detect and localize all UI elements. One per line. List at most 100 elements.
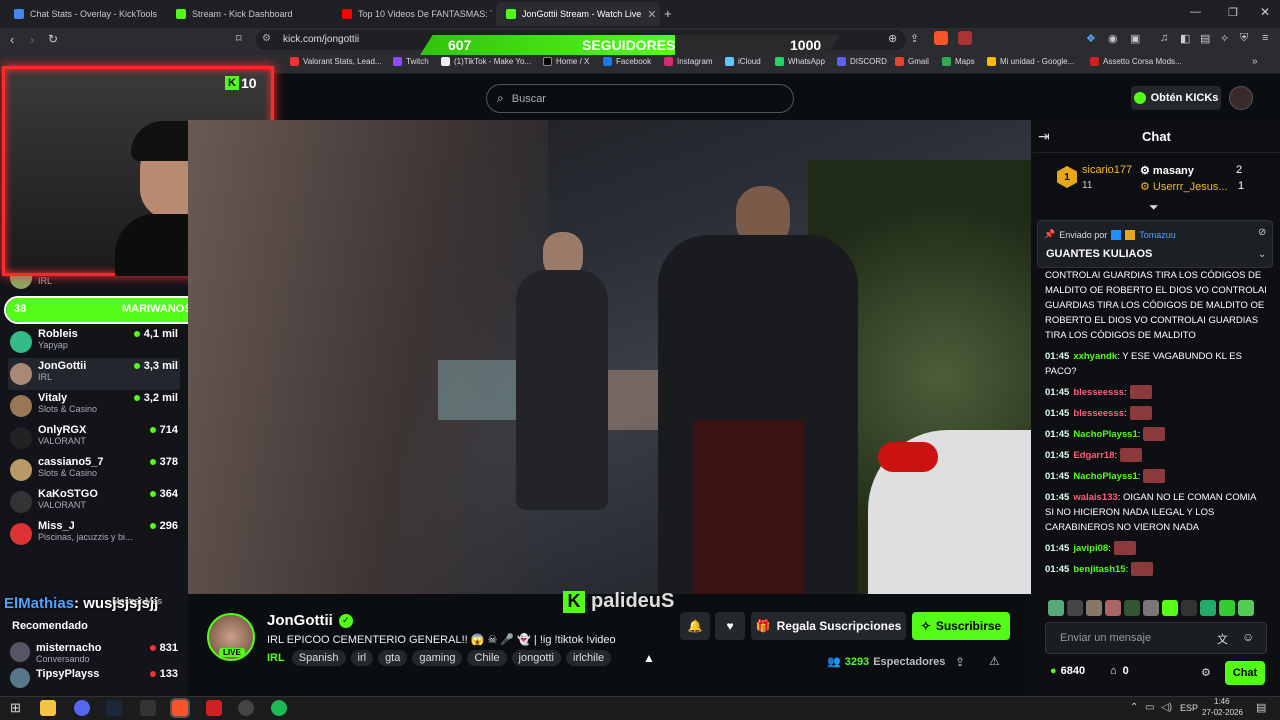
report-icon[interactable]: ⚠ — [989, 654, 1000, 668]
recommended-item[interactable]: TipsyPlayss 133 — [8, 666, 180, 692]
reload-icon[interactable]: ↻ — [48, 32, 58, 46]
clock-date[interactable]: 27-02-2026 — [1202, 708, 1243, 717]
emote-icon[interactable] — [1067, 600, 1083, 616]
bookmark-item[interactable]: Valorant Stats, Lead... — [290, 57, 382, 66]
tag[interactable]: gta — [378, 650, 408, 666]
minimize-icon[interactable]: — — [1190, 6, 1201, 18]
extension-icon[interactable]: ▣ — [1130, 32, 1140, 45]
extension-icon[interactable]: ❖ — [1086, 32, 1096, 45]
tag[interactable]: jongotti — [511, 650, 561, 666]
notifications-icon[interactable]: ▤ — [1256, 701, 1266, 714]
back-icon[interactable]: ‹ — [10, 32, 14, 47]
menu-icon[interactable]: ≡ — [1262, 32, 1268, 44]
notification-bell-button[interactable]: 🔔 — [680, 612, 710, 640]
language-indicator[interactable]: ESP — [1180, 703, 1198, 713]
site-info-icon[interactable]: ⚙ — [262, 33, 271, 44]
emote-icon[interactable] — [1105, 600, 1121, 616]
tag[interactable]: gaming — [412, 650, 463, 666]
kicks-balance[interactable]: ⌂ 0 — [1110, 665, 1129, 677]
bookmark-item[interactable]: Home / X — [543, 57, 589, 66]
tag[interactable]: Chile — [467, 650, 507, 666]
bookmark-item[interactable]: Facebook — [603, 57, 651, 66]
chat-username[interactable]: walais133 — [1073, 492, 1117, 503]
leaderboard-user[interactable]: ⚙ Userrr_Jesus... — [1140, 180, 1228, 193]
ai-icon[interactable]: ✧ — [1220, 32, 1229, 45]
app-icon[interactable] — [140, 700, 156, 716]
close-window-icon[interactable]: ✕ — [1260, 5, 1270, 19]
brave-shield-icon[interactable] — [934, 31, 948, 45]
subscribe-button[interactable]: ✧ Suscribirse — [912, 612, 1010, 640]
vpn-icon[interactable]: ⛨ — [1240, 32, 1248, 45]
more-bookmarks-icon[interactable]: » — [1252, 56, 1258, 67]
chat-username[interactable]: benjitash15 — [1073, 564, 1125, 575]
channel-points[interactable]: ● 6840 — [1050, 665, 1085, 677]
translate-icon[interactable]: 文 — [1217, 631, 1228, 647]
bookmark-item[interactable]: DISCORD — [837, 57, 887, 66]
pinned-message[interactable]: 📌 Enviado por Tomazuu GUANTES KULIAOS ⊘ … — [1037, 220, 1273, 268]
chat-username[interactable]: blesseesss — [1073, 387, 1124, 398]
emote-icon[interactable] — [1238, 600, 1254, 616]
bookmark-item[interactable]: WhatsApp — [775, 57, 825, 66]
obs-icon[interactable] — [238, 700, 254, 716]
browser-tab-active[interactable]: JonGottii Stream - Watch Live ✕ — [496, 2, 660, 26]
wallet-icon[interactable]: ▤ — [1200, 32, 1210, 45]
browser-tab[interactable]: Top 10 Videos De FANTASMAS: Tend — [332, 2, 492, 26]
spotify-icon[interactable] — [271, 700, 287, 716]
bookmark-item[interactable]: (1)TikTok - Make Yo... — [441, 57, 531, 66]
bookmark-item[interactable]: Gmail — [895, 57, 929, 66]
chat-username[interactable]: NachoPlayss1 — [1073, 429, 1137, 440]
channel-item[interactable]: JonGottii IRL 3,3 mil — [8, 358, 180, 390]
channel-item[interactable]: OnlyRGX VALORANT 714 — [8, 422, 180, 454]
chat-username[interactable]: NachoPlayss1 — [1073, 471, 1137, 482]
tag[interactable]: irl — [350, 650, 374, 666]
chat-username[interactable]: xxhyandk — [1073, 351, 1117, 362]
emote-icon[interactable] — [1048, 600, 1064, 616]
new-tab-icon[interactable]: + — [664, 6, 672, 21]
leaderboard-user[interactable]: sicario177 — [1082, 164, 1132, 176]
bookmark-item[interactable]: Assetto Corsa Mods... — [1090, 57, 1182, 66]
chat-settings-icon[interactable]: ⚙ — [1201, 666, 1211, 679]
streamer-name[interactable]: JonGottii — [267, 612, 333, 629]
bookmark-item[interactable]: Maps — [942, 57, 975, 66]
emote-icon[interactable] — [1219, 600, 1235, 616]
show-more-link[interactable]: Mostrar Más — [112, 596, 162, 606]
media-icon[interactable]: ♫ — [1160, 32, 1168, 44]
chevron-down-icon[interactable]: ⌄ — [1258, 249, 1266, 260]
bookmark-item[interactable]: Instagram — [664, 57, 713, 66]
chat-username[interactable]: javipi08 — [1073, 543, 1108, 554]
channel-item[interactable]: Miss_J Piscinas, jacuzzis y bi... 296 — [8, 518, 180, 550]
extension-icon[interactable]: ◉ — [1108, 32, 1118, 45]
emote-icon[interactable] — [1124, 600, 1140, 616]
channel-item[interactable]: KaKoSTGO VALORANT 364 — [8, 486, 180, 518]
sidebar-toggle-icon[interactable]: ◧ — [1180, 32, 1190, 45]
user-avatar[interactable] — [1229, 86, 1253, 110]
expand-leaderboard-icon[interactable]: ⏷ — [1149, 200, 1159, 215]
emote-icon[interactable] — [1162, 600, 1178, 616]
channel-item[interactable]: cassiano5_7 Slots & Casino 378 — [8, 454, 180, 486]
discord-icon[interactable] — [74, 700, 90, 716]
category-link[interactable]: IRL — [267, 652, 285, 664]
channel-item[interactable]: Vitaly Slots & Casino 3,2 mil — [8, 390, 180, 422]
unpin-icon[interactable]: ⊘ — [1258, 227, 1266, 238]
start-icon[interactable]: ⊞ — [10, 700, 21, 716]
gift-subs-button[interactable]: 🎁 Regala Suscripciones — [751, 612, 906, 640]
file-explorer-icon[interactable] — [40, 700, 56, 716]
steam-icon[interactable] — [106, 700, 122, 716]
leaderboard-user[interactable]: ⚙ masany — [1140, 164, 1194, 177]
forward-icon[interactable]: › — [30, 32, 34, 47]
share-icon[interactable]: ⇪ — [910, 32, 919, 45]
browser-tab[interactable]: Chat Stats - Overlay - KickTools — [4, 2, 164, 26]
tag[interactable]: Spanish — [291, 650, 346, 666]
app-icon[interactable] — [206, 700, 222, 716]
zoom-icon[interactable]: ⊕ — [888, 32, 897, 45]
video-player[interactable] — [188, 120, 1031, 594]
chat-username[interactable]: blesseesss — [1073, 408, 1124, 419]
chat-input[interactable]: Enviar un mensaje — [1045, 622, 1267, 654]
bookmark-item[interactable]: iCloud — [725, 57, 761, 66]
get-kicks-button[interactable]: Obtén KICKs — [1131, 86, 1221, 110]
clock-time[interactable]: 1:46 — [1214, 697, 1230, 706]
bookmark-icon[interactable]: ⌑ — [236, 32, 242, 45]
emoji-icon[interactable]: ☺ — [1242, 630, 1254, 644]
emote-icon[interactable] — [1143, 600, 1159, 616]
bookmark-item[interactable]: Mi unidad - Google... — [987, 57, 1074, 66]
